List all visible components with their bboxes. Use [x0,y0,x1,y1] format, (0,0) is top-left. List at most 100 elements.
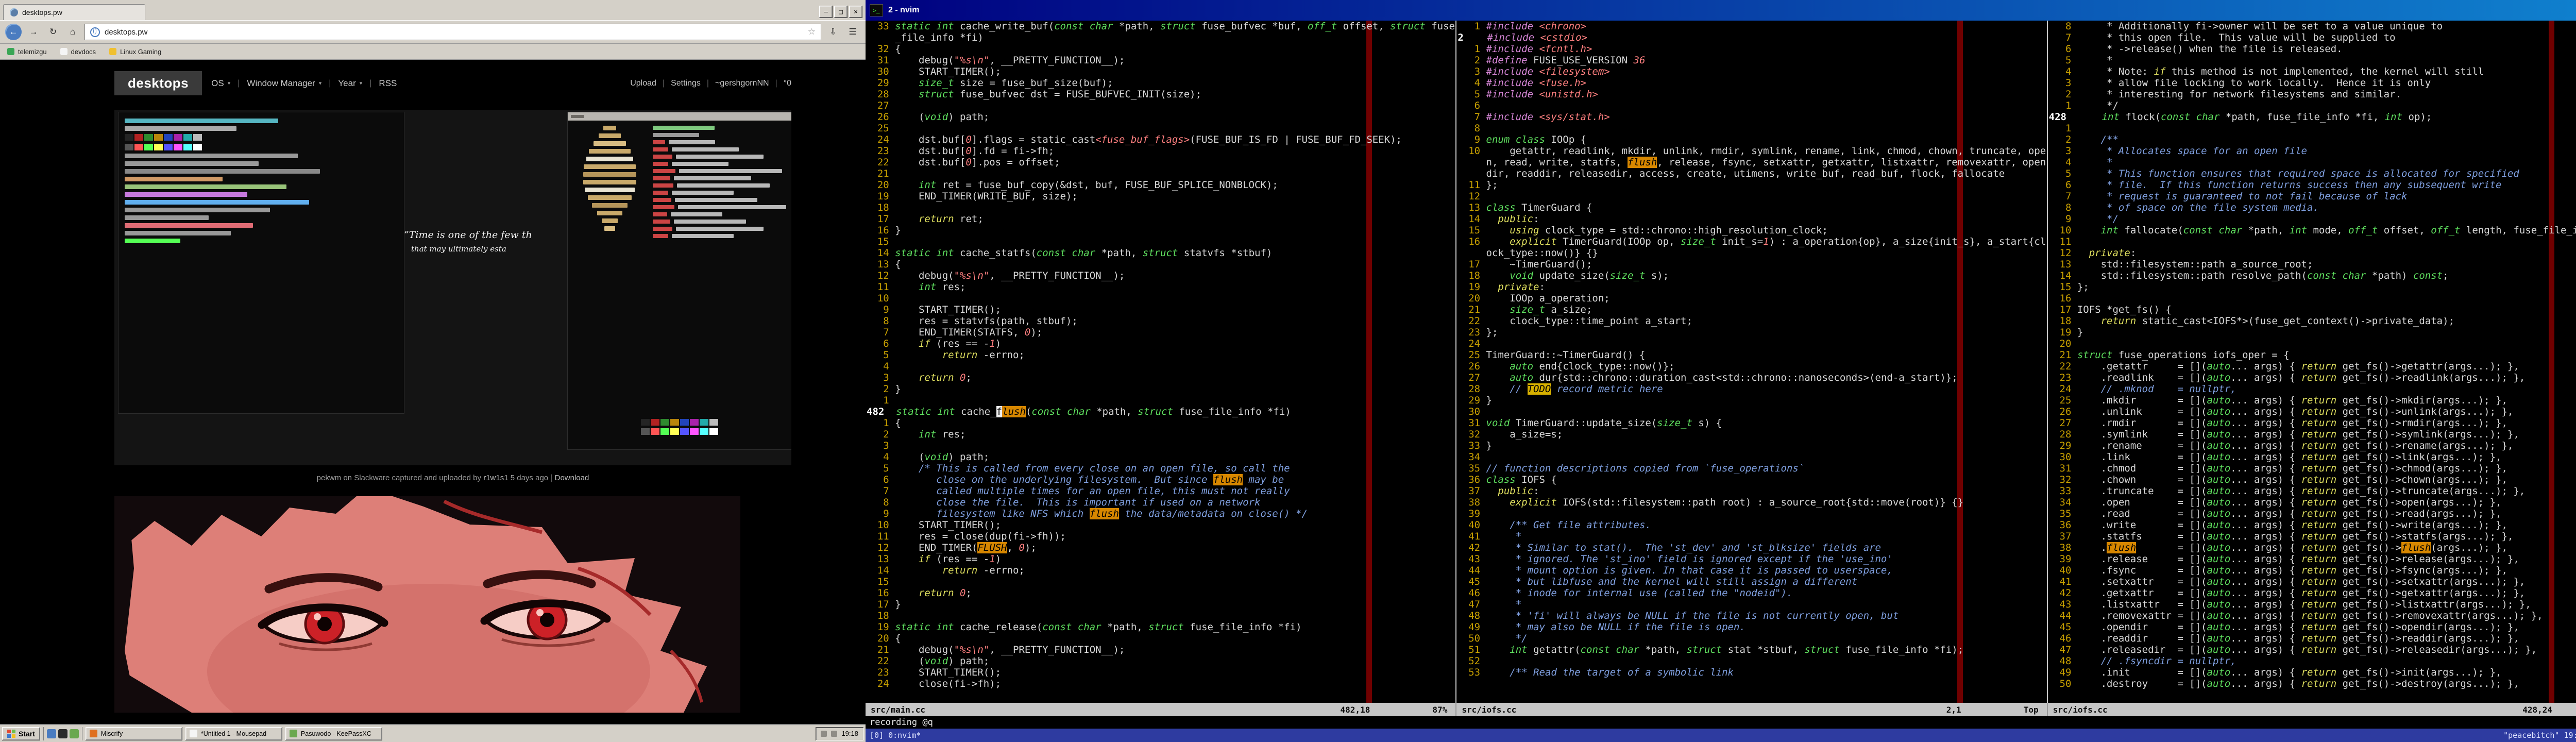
maximize-button[interactable]: □ [834,6,848,18]
code-line: 26 .unlink = [](auto... args) { return g… [2048,406,2576,417]
bookmark-item[interactable]: devdocs [60,48,96,56]
separator: | [775,79,777,88]
code-text: close(fi->fh); [895,678,1455,689]
code-text: return -errno; [895,565,1455,576]
code-line: 7 called multiple times for an open file… [866,485,1455,497]
uploader-link[interactable]: r1w1s1 [483,474,508,482]
tray-network-icon[interactable] [831,731,837,737]
code-text: * [2077,157,2576,168]
vim-window-main-cc[interactable]: 33static int cache_write_buf(const char … [866,21,1455,703]
tmux-session-windows[interactable]: [0] 0:nvim* [870,731,921,740]
minimize-button[interactable]: — [819,6,833,18]
fetch-info-segment [653,140,665,144]
line-number: 41 [1456,531,1480,542]
artwork-eyes-image[interactable] [114,496,740,713]
vim-window-iofs-oper[interactable]: 8 * Additionally fi->owner will be set t… [2047,21,2576,703]
bookmark-star-icon[interactable]: ☆ [808,27,816,37]
tray-volume-icon[interactable] [821,731,827,737]
header-link-gershgornnn[interactable]: ~gershgornNN [715,79,769,88]
code-line: 21 [866,168,1455,179]
code-text: close the file. This is important if use… [895,497,1455,508]
line-number: 428 [2048,111,2073,123]
line-number: 3 [2048,77,2072,89]
code-line: 21 debug("%s\n", __PRETTY_FUNCTION__); [866,644,1455,655]
header-link-upload[interactable]: Upload [630,79,656,88]
line-number: 18 [866,202,889,213]
line-number: 2 [866,429,889,440]
code-text: #define FUSE_USE_VERSION 36 [1486,55,2047,66]
header-link-settings[interactable]: Settings [671,79,701,88]
line-number: 14 [866,565,889,576]
quicklaunch-terminal-icon[interactable] [58,729,67,738]
filter-window-manager[interactable]: Window Manager▾ [247,78,321,89]
line-number: 16 [866,225,889,236]
code-line: 1#include <chrono> [1456,21,2046,32]
code-text: } [895,599,1455,610]
line-number: 14 [2048,270,2072,281]
browser-tab[interactable]: desktops.pw [3,4,145,20]
site-logo[interactable]: desktops [114,71,202,95]
code-text: return static_cast<IOFS*>(fuse_get_conte… [2077,315,2576,327]
menu-button[interactable]: ☰ [845,24,860,40]
header-link-0[interactable]: °0 [784,79,791,88]
screenshot-thumbnail[interactable]: “Time is one of the few th that may ulti… [114,110,791,465]
code-line: 34 [1456,451,2046,463]
filter-os[interactable]: OS▾ [211,78,230,89]
ascii-art-line [586,157,634,161]
terminal-title: 2 - nvim [888,6,2576,15]
fetch-info-segment [674,176,751,180]
code-text: * allow file locking to work locally. He… [2077,77,2576,89]
quicklaunch-browser-icon[interactable] [47,729,56,738]
bookmark-item[interactable]: Linux Gaming [109,48,161,56]
vim-window-iofs-top[interactable]: 1#include <chrono>2#include <cstdio>1#in… [1455,21,2046,703]
code-line: 34 .open = [](auto... args) { return get… [2048,497,2576,508]
line-number: 31 [866,55,889,66]
line-number: 30 [1456,406,1480,417]
taskbar-button[interactable]: Pasuwodo - KeePassXC [285,727,382,740]
code-line: 30 START_TIMER(); [866,66,1455,77]
reload-button[interactable]: ↻ [45,24,61,40]
code-text [895,100,1455,111]
rss-link[interactable]: RSS [379,78,397,89]
code-line: 31void TimerGuard::update_size(size_t s)… [1456,417,2046,429]
downloads-button[interactable]: ⇩ [825,24,841,40]
line-number: 48 [1456,610,1480,621]
forward-button[interactable]: → [26,24,41,40]
back-button[interactable]: ← [5,24,22,40]
chevron-down-icon: ▾ [360,80,363,87]
close-button[interactable]: × [849,6,862,18]
ascii-art-line [588,195,632,200]
filter-year[interactable]: Year▾ [338,78,362,89]
code-line: 10 getattr, readlink, mkdir, unlink, rmd… [1456,145,2046,179]
taskbar-button-icon [90,730,97,737]
line-number: 16 [866,587,889,599]
url-text[interactable]: desktops.pw [105,28,803,37]
bookmark-item[interactable]: telemizgu [7,48,47,56]
line-number: 26 [1456,361,1480,372]
code-line: 20 int ret = fuse_buf_copy(&dst, buf, FU… [866,179,1455,191]
start-button[interactable]: Start [2,727,40,740]
code-line: 12 [1456,191,2046,202]
terminal-text-line [125,192,247,197]
quicklaunch-keepass-icon[interactable] [70,729,79,738]
terminal-titlebar[interactable]: >_ 2 - nvim — □ × [866,0,2576,21]
code-text: called multiple times for an open file, … [895,485,1455,497]
line-number: 3 [1456,66,1480,77]
code-line: 13{ [866,259,1455,270]
taskbar-button[interactable]: Miscrify [86,727,182,740]
chevron-down-icon: ▾ [319,80,322,87]
code-line: 45 .opendir = [](auto... args) { return … [2048,621,2576,633]
code-text [895,123,1455,134]
line-number: 23 [1456,327,1480,338]
thumb-terminal-right [567,112,791,450]
home-button[interactable]: ⌂ [65,24,80,40]
address-bar[interactable]: desktops.pw ☆ [84,24,821,40]
code-line: 4 (void) path; [866,451,1455,463]
statusline-iofs-oper: src/iofs.cc 428,24 76% [2047,703,2576,716]
code-text: .listxattr = [](auto... args) { return g… [2077,599,2576,610]
taskbar-button[interactable]: *Untitled 1 - Mousepad [185,727,282,740]
fetch-info-segment [653,133,699,137]
code-line: 38 explicit IOFS(std::filesystem::path r… [1456,497,2046,508]
line-number: 19 [866,191,889,202]
download-link[interactable]: Download [555,474,589,482]
